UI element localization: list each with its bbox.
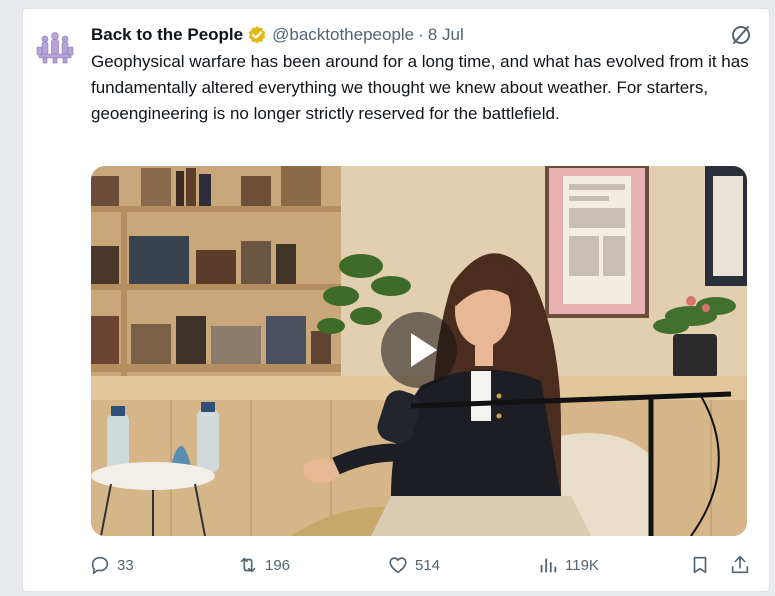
like-button[interactable]: 514	[387, 554, 537, 576]
author-name[interactable]: Back to the People	[91, 25, 243, 45]
bookmark-icon	[693, 556, 707, 574]
avatar[interactable]	[33, 25, 77, 69]
like-count: 514	[415, 556, 441, 574]
repost-count: 196	[265, 556, 291, 574]
repost-icon	[240, 557, 256, 573]
play-icon[interactable]	[381, 312, 457, 388]
bookmark-button[interactable]	[689, 554, 711, 576]
reply-count: 33	[117, 556, 134, 574]
tweet-text: Geophysical warfare has been around for …	[91, 52, 749, 123]
tweet-date[interactable]: 8 Jul	[428, 25, 464, 45]
views-button[interactable]: 119K	[537, 554, 687, 576]
verified-badge-icon	[247, 25, 267, 45]
share-icon	[731, 555, 749, 574]
share-button[interactable]	[729, 554, 751, 576]
separator-dot: ·	[418, 25, 424, 44]
tweet-header: Back to the People @backtothepeople · 8 …	[91, 23, 753, 47]
views-count: 119K	[565, 556, 599, 574]
tweet-card[interactable]: Back to the People @backtothepeople · 8 …	[22, 8, 770, 592]
video-player[interactable]	[91, 166, 747, 536]
grok-icon[interactable]	[729, 23, 753, 47]
views-chart-icon	[540, 558, 557, 573]
author-handle[interactable]: @backtothepeople	[272, 25, 414, 45]
reply-icon	[91, 556, 109, 575]
action-bar: 33 196 514 119K	[89, 551, 751, 579]
reply-button[interactable]: 33	[89, 554, 237, 576]
repost-button[interactable]: 196	[237, 554, 387, 576]
heart-icon	[389, 557, 407, 574]
avatar-logo	[33, 25, 77, 69]
